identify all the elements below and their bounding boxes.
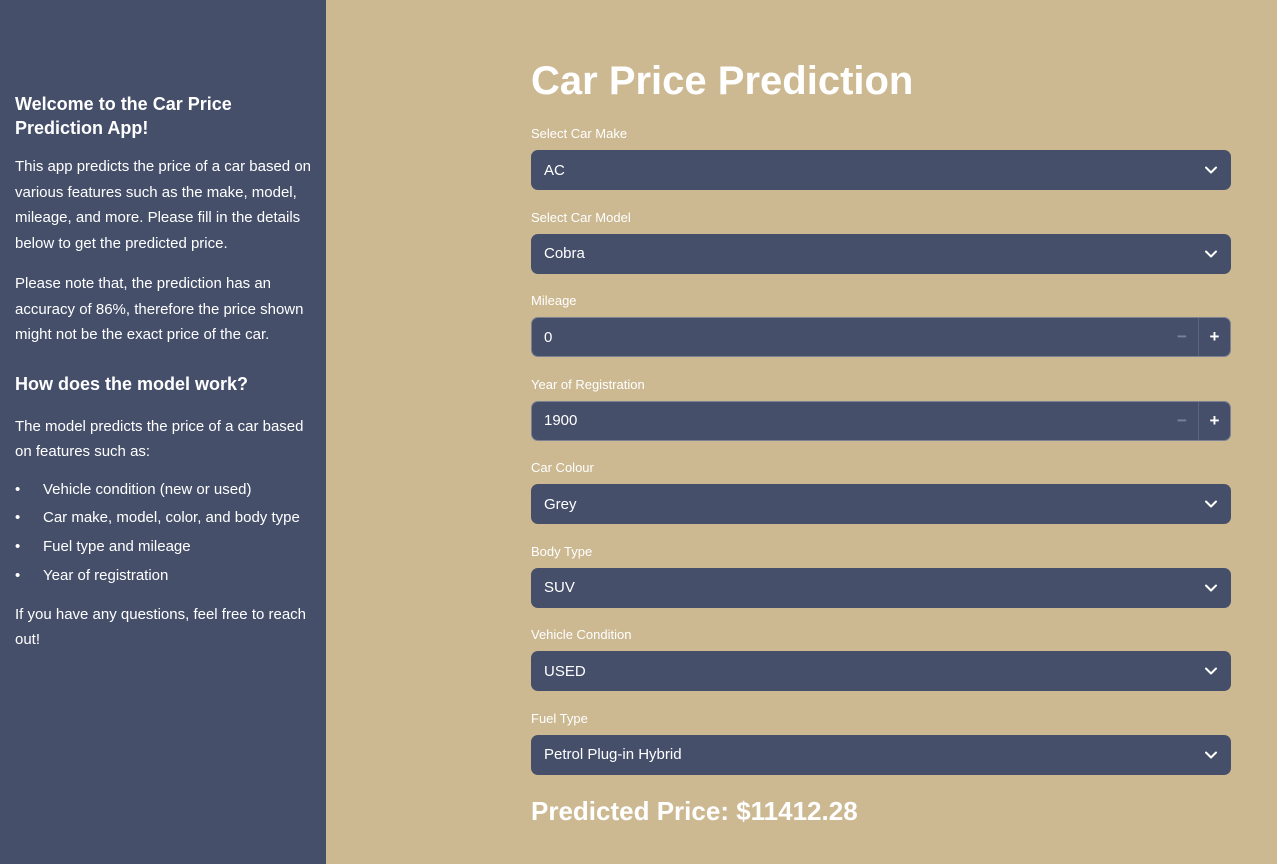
body-value: SUV	[544, 579, 575, 596]
how-heading: How does the model work?	[15, 373, 249, 394]
plus-icon[interactable]: +	[1198, 401, 1230, 440]
plus-icon[interactable]: +	[1198, 318, 1230, 356]
condition-select[interactable]: USED	[531, 651, 1231, 691]
model-field: Select Car Model Cobra	[531, 210, 1231, 274]
make-select[interactable]: AC	[531, 150, 1231, 190]
predicted-price: Predicted Price: $11412.28	[531, 796, 858, 826]
condition-label: Vehicle Condition	[531, 627, 632, 642]
mileage-value: 0	[544, 328, 553, 346]
colour-value: Grey	[544, 495, 577, 513]
main-content: Car Price Prediction Select Car Make AC …	[531, 58, 1231, 828]
sidebar: Welcome to the Car Price Prediction App!…	[0, 0, 326, 864]
main-area: Car Price Prediction Select Car Make AC …	[326, 0, 1277, 864]
feature-list: Vehicle condition (new or used) Car make…	[15, 480, 311, 586]
page-title: Car Price Prediction	[531, 59, 914, 103]
make-label: Select Car Make	[531, 126, 628, 141]
chevron-down-icon	[1204, 748, 1218, 762]
list-item: Year of registration	[15, 566, 311, 586]
list-item: Car make, model, color, and body type	[15, 508, 311, 528]
year-value: 1900	[544, 412, 578, 429]
mileage-field: Mileage 0 − +	[531, 293, 1231, 357]
intro-text: This app predicts the price of a car bas…	[15, 158, 312, 252]
list-item: Vehicle condition (new or used)	[15, 480, 311, 500]
mileage-label: Mileage	[531, 293, 577, 308]
colour-label: Car Colour	[531, 460, 594, 475]
chevron-down-icon	[1204, 664, 1218, 678]
make-value: AC	[544, 161, 565, 179]
chevron-down-icon	[1204, 247, 1218, 261]
body-select[interactable]: SUV	[531, 567, 1231, 608]
chevron-down-icon	[1204, 497, 1218, 511]
condition-field: Vehicle Condition USED	[531, 627, 1231, 691]
welcome-heading: Welcome to the Car Price Prediction App!	[15, 94, 232, 138]
mileage-input[interactable]: 0 − +	[531, 317, 1231, 357]
condition-value: USED	[544, 662, 586, 680]
model-value: Cobra	[544, 245, 585, 262]
year-label: Year of Registration	[531, 376, 645, 392]
fuel-select[interactable]: Petrol Plug-in Hybrid	[531, 734, 1231, 775]
make-field: Select Car Make AC	[531, 126, 1231, 190]
how-text: The model predicts the price of a car ba…	[15, 417, 304, 461]
minus-icon[interactable]: −	[1166, 402, 1198, 440]
outro-text: If you have any questions, feel free to …	[15, 605, 307, 649]
fuel-field: Fuel Type Petrol Plug-in Hybrid	[531, 711, 1231, 775]
colour-select[interactable]: Grey	[531, 484, 1231, 524]
chevron-down-icon	[1204, 581, 1218, 595]
fuel-value: Petrol Plug-in Hybrid	[544, 746, 682, 763]
year-input[interactable]: 1900 − +	[531, 400, 1231, 441]
body-field: Body Type SUV	[531, 544, 1231, 608]
model-select[interactable]: Cobra	[531, 233, 1231, 274]
fuel-label: Fuel Type	[531, 710, 588, 726]
chevron-down-icon	[1204, 163, 1218, 177]
year-field: Year of Registration 1900 − +	[531, 377, 1231, 441]
minus-icon[interactable]: −	[1166, 318, 1198, 356]
body-label: Body Type	[531, 543, 593, 559]
list-item: Fuel type and mileage	[15, 537, 311, 557]
colour-field: Car Colour Grey	[531, 460, 1231, 524]
accuracy-note: Please note that, the prediction has an …	[15, 275, 304, 343]
model-label: Select Car Model	[531, 209, 631, 225]
